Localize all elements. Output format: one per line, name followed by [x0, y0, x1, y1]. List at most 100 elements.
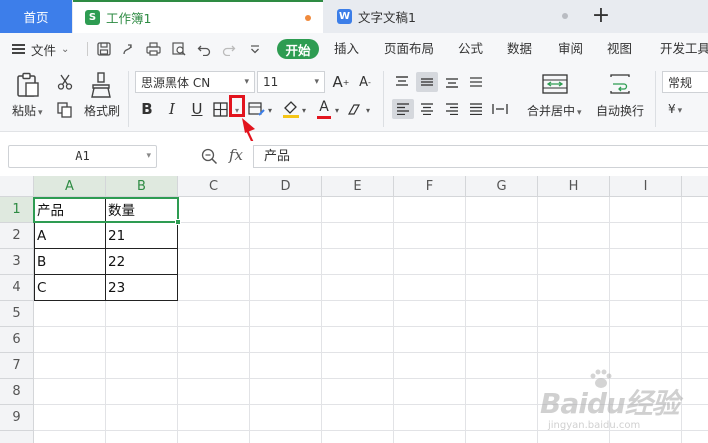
column-header[interactable]: D: [250, 176, 322, 197]
undo-icon[interactable]: [196, 41, 212, 57]
output-pdf-icon[interactable]: [120, 41, 136, 57]
font-name-select[interactable]: 思源黑体 CN ▾: [135, 71, 255, 93]
row-header[interactable]: 8: [0, 379, 34, 405]
tab-insert[interactable]: 插入: [334, 33, 359, 65]
orientation-icon[interactable]: [467, 73, 485, 91]
column-header[interactable]: B: [106, 176, 178, 197]
cut-icon[interactable]: [56, 73, 74, 91]
row-header[interactable]: 6: [0, 327, 34, 353]
merge-center-icon[interactable]: [541, 73, 569, 95]
new-tab-plus-icon[interactable]: +: [588, 0, 614, 33]
file-menu-button[interactable]: 文件 ⌄: [12, 33, 69, 65]
align-middle-icon[interactable]: [416, 72, 438, 92]
column-header[interactable]: E: [322, 176, 394, 197]
tab-workbook[interactable]: S 工作簿1: [73, 0, 323, 33]
clear-format-icon[interactable]: [346, 101, 364, 117]
decrease-font-icon[interactable]: A-: [356, 73, 374, 91]
format-painter-label[interactable]: 格式刷: [84, 102, 120, 119]
save-icon[interactable]: [96, 41, 112, 57]
cell-style-icon[interactable]: [248, 101, 266, 117]
paste-button[interactable]: 粘贴 ▾: [12, 102, 43, 119]
align-center-icon[interactable]: [418, 100, 436, 118]
select-all-corner[interactable]: [0, 176, 34, 197]
cell-a3[interactable]: B: [34, 249, 106, 275]
spreadsheet-icon: S: [85, 10, 100, 25]
formula-bar: A1 ▾ fx 产品: [0, 141, 708, 173]
chevron-down-icon[interactable]: ▾: [300, 103, 308, 117]
tab-bar: 首页 S 工作簿1 W 文字文稿1 +: [0, 0, 708, 33]
row-header[interactable]: 9: [0, 405, 34, 431]
menu-separator: [87, 42, 88, 56]
cell-b3[interactable]: 22: [106, 249, 178, 275]
cell-b2[interactable]: 21: [106, 223, 178, 249]
cell-a4[interactable]: C: [34, 275, 106, 301]
row-header[interactable]: 1: [0, 197, 34, 223]
print-icon[interactable]: [145, 41, 161, 57]
number-format-select[interactable]: 常规: [662, 71, 708, 93]
column-header[interactable]: G: [466, 176, 538, 197]
name-box[interactable]: A1 ▾: [8, 145, 157, 168]
document-icon: W: [337, 9, 352, 24]
merge-center-button[interactable]: 合并居中 ▾: [527, 102, 582, 119]
justify-icon[interactable]: [467, 100, 485, 118]
distribute-icon[interactable]: [491, 100, 509, 118]
customize-toolbar-icon[interactable]: [247, 41, 263, 57]
wrap-text-icon[interactable]: [607, 73, 633, 95]
column-header[interactable]: C: [178, 176, 250, 197]
currency-format-button[interactable]: ¥ ▾: [668, 102, 682, 116]
font-size-select[interactable]: 11 ▾: [257, 71, 325, 93]
column-header[interactable]: A: [34, 176, 106, 197]
menu-bar: 文件 ⌄ 开始 插入 页面布局 公式 数据 审阅 视图 开发工具: [0, 33, 708, 65]
column-header[interactable]: F: [394, 176, 466, 197]
row-header[interactable]: [0, 431, 34, 443]
tab-home[interactable]: 首页: [0, 0, 72, 33]
chevron-down-icon[interactable]: ▾: [266, 103, 274, 117]
tab-page-layout[interactable]: 页面布局: [384, 33, 434, 65]
chevron-down-icon[interactable]: ▾: [333, 103, 341, 117]
italic-icon[interactable]: I: [163, 100, 181, 118]
cell-b4[interactable]: 23: [106, 275, 178, 301]
tab-start[interactable]: 开始: [277, 39, 319, 59]
zoom-search-icon[interactable]: [201, 148, 219, 166]
row-header[interactable]: 3: [0, 249, 34, 275]
tab-view[interactable]: 视图: [607, 33, 632, 65]
cell-a2[interactable]: A: [34, 223, 106, 249]
wrap-text-label[interactable]: 自动换行: [596, 102, 644, 119]
increase-font-icon[interactable]: A +: [332, 73, 350, 91]
tab-document[interactable]: W 文字文稿1: [325, 0, 580, 33]
column-header-overflow: [682, 176, 708, 197]
paste-icon[interactable]: [14, 71, 42, 99]
font-color-icon[interactable]: A: [316, 99, 332, 119]
align-top-icon[interactable]: [393, 73, 411, 91]
borders-icon[interactable]: [212, 101, 228, 117]
tab-home-label: 首页: [23, 10, 49, 25]
print-preview-icon[interactable]: [171, 41, 187, 57]
row-header[interactable]: 7: [0, 353, 34, 379]
tab-developer[interactable]: 开发工具: [660, 33, 708, 65]
align-right-icon[interactable]: [443, 100, 461, 118]
column-header[interactable]: H: [538, 176, 610, 197]
redo-icon[interactable]: [221, 41, 237, 57]
copy-icon[interactable]: [56, 101, 74, 119]
fill-handle[interactable]: [175, 219, 181, 225]
chevron-down-icon: ⌄: [61, 43, 70, 55]
tab-formulas[interactable]: 公式: [458, 33, 483, 65]
insert-function-icon[interactable]: fx: [229, 146, 243, 164]
formula-input[interactable]: 产品: [253, 145, 708, 168]
align-bottom-icon[interactable]: [443, 73, 461, 91]
bold-icon[interactable]: B: [138, 100, 156, 118]
file-menu-label: 文件: [31, 42, 57, 58]
fill-color-icon[interactable]: [282, 99, 300, 119]
row-header[interactable]: 5: [0, 301, 34, 327]
format-painter-icon[interactable]: [88, 71, 114, 99]
merge-center-label: 合并居中: [527, 104, 576, 118]
row-header[interactable]: 4: [0, 275, 34, 301]
tab-review[interactable]: 审阅: [558, 33, 583, 65]
row-header[interactable]: 2: [0, 223, 34, 249]
tab-data[interactable]: 数据: [507, 33, 532, 65]
column-header[interactable]: I: [610, 176, 682, 197]
chevron-down-icon: ▾: [146, 151, 151, 161]
align-left-icon[interactable]: [392, 99, 414, 119]
underline-icon[interactable]: U: [188, 100, 206, 118]
chevron-down-icon[interactable]: ▾: [364, 103, 372, 117]
